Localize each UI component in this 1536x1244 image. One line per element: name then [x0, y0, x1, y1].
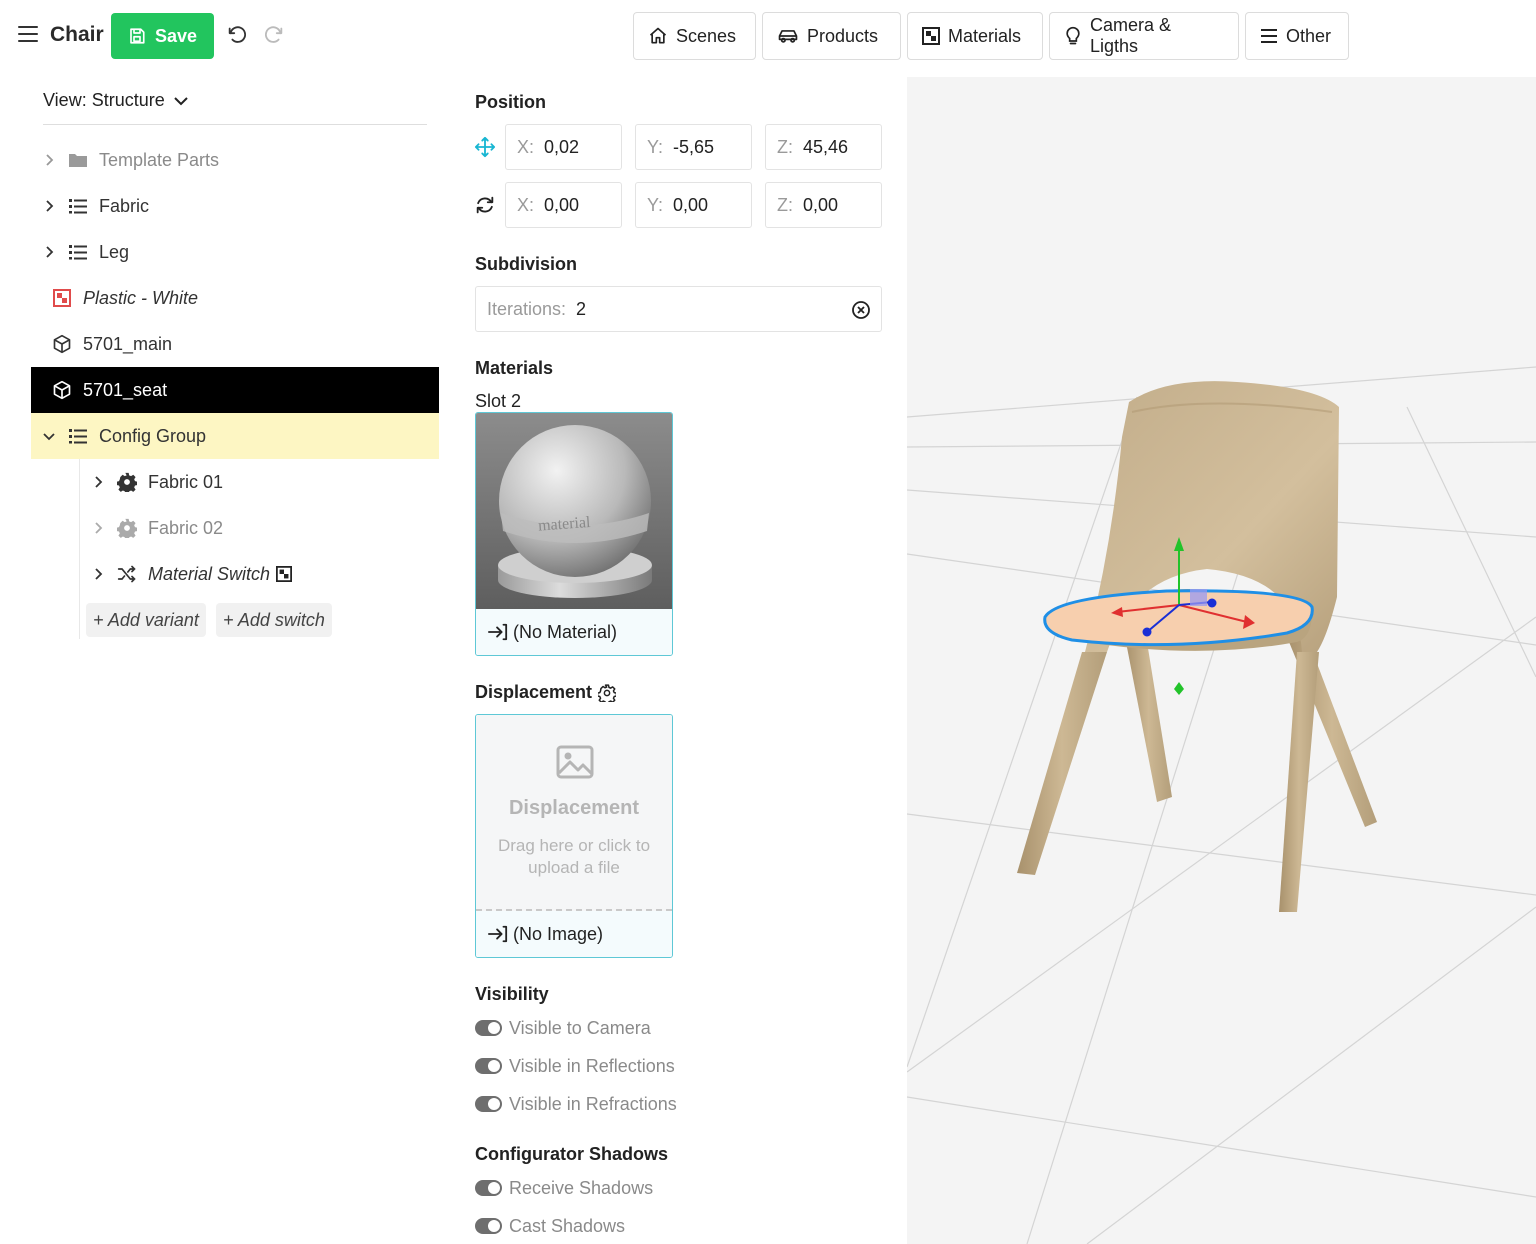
redo-icon[interactable] [263, 24, 285, 46]
gear-icon [116, 471, 138, 493]
position-x-field[interactable]: X: [505, 124, 622, 170]
sign-in-icon [487, 623, 508, 641]
nav-other[interactable]: Other [1245, 12, 1349, 60]
displacement-heading: Displacement [475, 682, 617, 703]
cube-icon [51, 379, 73, 401]
rotation-z-input[interactable] [803, 194, 863, 216]
displacement-upload-card[interactable]: Displacement Drag here or click to uploa… [475, 714, 673, 958]
folder-icon [67, 149, 89, 171]
gear-icon [116, 517, 138, 539]
tree-item-template-parts[interactable]: Template Parts [31, 137, 439, 183]
toggle-receive-shadows[interactable]: Receive Shadows [475, 1175, 653, 1201]
displacement-title: Displacement [508, 797, 640, 819]
toggle-visible-in-reflections[interactable]: Visible in Reflections [475, 1053, 675, 1079]
configurator-shadows-heading: Configurator Shadows [475, 1144, 668, 1164]
list-icon [67, 425, 89, 447]
list-icon [67, 241, 89, 263]
toggle-switch[interactable] [475, 1020, 502, 1036]
material-swatch-icon [51, 287, 73, 309]
rotation-z-field[interactable]: Z: [765, 182, 882, 228]
cube-icon [51, 333, 73, 355]
chevron-right-icon[interactable] [92, 568, 104, 580]
nav-scenes[interactable]: Scenes [633, 12, 756, 60]
floppy-disk-icon [130, 28, 145, 44]
chevron-right-icon[interactable] [43, 246, 55, 258]
tree-item-leg[interactable]: Leg [31, 229, 439, 275]
chevron-right-icon[interactable] [92, 522, 104, 534]
scene-render[interactable] [907, 77, 1536, 1244]
materials-heading: Materials [475, 358, 554, 378]
assign-image-button[interactable]: (No Image) [476, 911, 672, 957]
iterations-field[interactable]: Iterations: [475, 286, 882, 332]
position-z-input[interactable] [803, 136, 863, 158]
position-x-input[interactable] [544, 136, 605, 158]
chevron-down-icon [174, 96, 188, 105]
tree-item-5701-seat[interactable]: 5701_seat [31, 367, 439, 413]
material-slot-card[interactable]: material (No Material) [475, 412, 673, 656]
rotation-x-input[interactable] [544, 194, 605, 216]
position-heading: Position [475, 92, 546, 112]
slot-label: Slot 2 [475, 391, 522, 411]
home-icon [649, 27, 667, 44]
list-icon [67, 195, 89, 217]
tree-item-fabric-02[interactable]: Fabric 02 [80, 505, 439, 551]
toggle-visible-to-camera[interactable]: Visible to Camera [475, 1015, 651, 1041]
toggle-switch[interactable] [475, 1058, 502, 1074]
clear-icon[interactable] [851, 300, 871, 320]
nav-products[interactable]: Products [762, 12, 901, 60]
toggle-switch[interactable] [475, 1180, 502, 1196]
iterations-input[interactable] [576, 298, 637, 320]
tree-item-plastic-white[interactable]: Plastic - White [31, 275, 439, 321]
save-button[interactable]: Save [111, 13, 214, 59]
add-switch-button[interactable]: + Add switch [216, 603, 332, 637]
view-select[interactable]: View: Structure [43, 90, 189, 111]
rotation-y-input[interactable] [673, 194, 734, 216]
3d-viewport[interactable] [907, 77, 1536, 1244]
tree-item-fabric-01[interactable]: Fabric 01 [80, 459, 439, 505]
toggle-switch[interactable] [475, 1218, 502, 1234]
tree-item-5701-main[interactable]: 5701_main [31, 321, 439, 367]
hamburger-menu-icon[interactable] [18, 26, 38, 44]
subdivision-heading: Subdivision [475, 254, 578, 274]
shuffle-icon [116, 563, 138, 585]
bulb-icon [1066, 26, 1080, 45]
car-icon [778, 30, 798, 43]
toggle-switch[interactable] [475, 1096, 502, 1112]
rotation-y-field[interactable]: Y: [635, 182, 752, 228]
rotate-icon[interactable] [474, 194, 496, 216]
nav-materials[interactable]: Materials [907, 12, 1043, 60]
chevron-right-icon[interactable] [43, 200, 55, 212]
save-label: Save [154, 25, 198, 46]
material-preview-image: material [476, 413, 672, 609]
material-icon [922, 27, 940, 45]
gear-icon[interactable] [598, 683, 617, 702]
toggle-cast-shadows[interactable]: Cast Shadows [475, 1213, 625, 1239]
assign-material-button[interactable]: (No Material) [476, 609, 672, 655]
chevron-right-icon[interactable] [92, 476, 104, 488]
position-y-field[interactable]: Y: [635, 124, 752, 170]
app-title: Chair [50, 23, 104, 46]
nav-camera-lights[interactable]: Camera & Ligths [1049, 12, 1239, 60]
position-z-field[interactable]: Z: [765, 124, 882, 170]
tree-item-fabric[interactable]: Fabric [31, 183, 439, 229]
image-icon [556, 745, 594, 779]
tree-item-config-group[interactable]: Config Group [31, 413, 439, 459]
chevron-right-icon[interactable] [43, 154, 55, 166]
top-bar: Chair Save Scenes Products Materials Cam… [0, 0, 1536, 72]
rotation-x-field[interactable]: X: [505, 182, 622, 228]
material-icon [276, 566, 293, 582]
position-y-input[interactable] [673, 136, 734, 158]
tree-item-material-switch[interactable]: Material Switch [80, 551, 439, 597]
toggle-visible-in-refractions[interactable]: Visible in Refractions [475, 1091, 677, 1117]
displacement-hint: Drag here or click to upload a file [497, 836, 651, 877]
move-icon[interactable] [474, 136, 496, 158]
sign-in-icon [487, 925, 508, 943]
displacement-dropzone[interactable]: Displacement Drag here or click to uploa… [476, 715, 672, 911]
tree-divider [43, 124, 427, 125]
add-variant-button[interactable]: + Add variant [86, 603, 206, 637]
menu-icon [1261, 29, 1277, 43]
undo-icon[interactable] [226, 24, 248, 46]
chevron-down-icon[interactable] [43, 430, 55, 442]
visibility-heading: Visibility [475, 984, 549, 1004]
